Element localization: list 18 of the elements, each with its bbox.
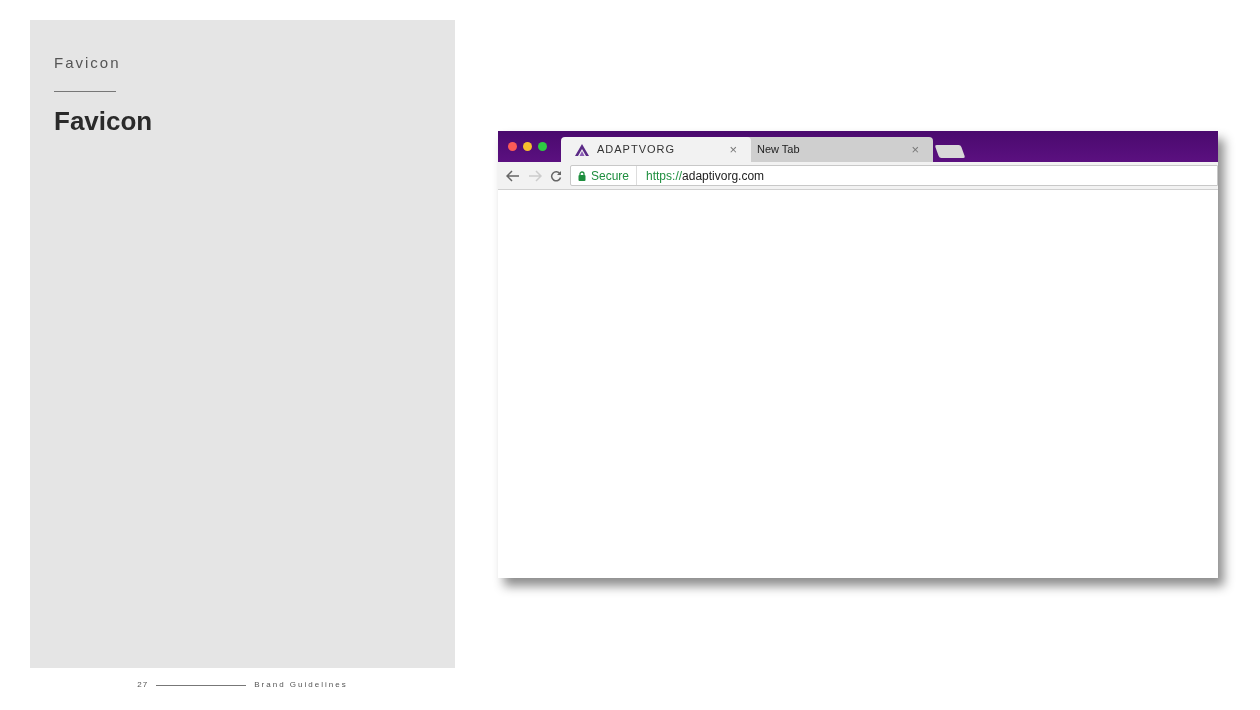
close-window-icon[interactable] — [508, 142, 517, 151]
secure-label: Secure — [591, 167, 630, 185]
minimize-window-icon[interactable] — [523, 142, 532, 151]
page-number: 27 — [137, 679, 149, 691]
tab-close-icon[interactable]: × — [729, 139, 737, 160]
maximize-window-icon[interactable] — [538, 142, 547, 151]
browser-tab[interactable]: ADAPTVORG × — [561, 137, 751, 162]
lock-icon — [578, 170, 586, 181]
new-tab-button[interactable] — [934, 145, 966, 158]
page-heading: Favicon — [54, 104, 153, 138]
url-text: https://adaptivorg.com — [645, 167, 765, 185]
tab-title: ADAPTVORG — [597, 142, 676, 158]
tab-title: New Tab — [757, 142, 800, 158]
back-arrow-icon[interactable] — [506, 169, 520, 182]
footer-title: Brand Guidelines — [254, 679, 348, 691]
section-label: Favicon — [54, 53, 122, 73]
reload-icon[interactable] — [550, 169, 562, 182]
address-bar[interactable]: Secure https://adaptivorg.com — [570, 165, 1218, 186]
